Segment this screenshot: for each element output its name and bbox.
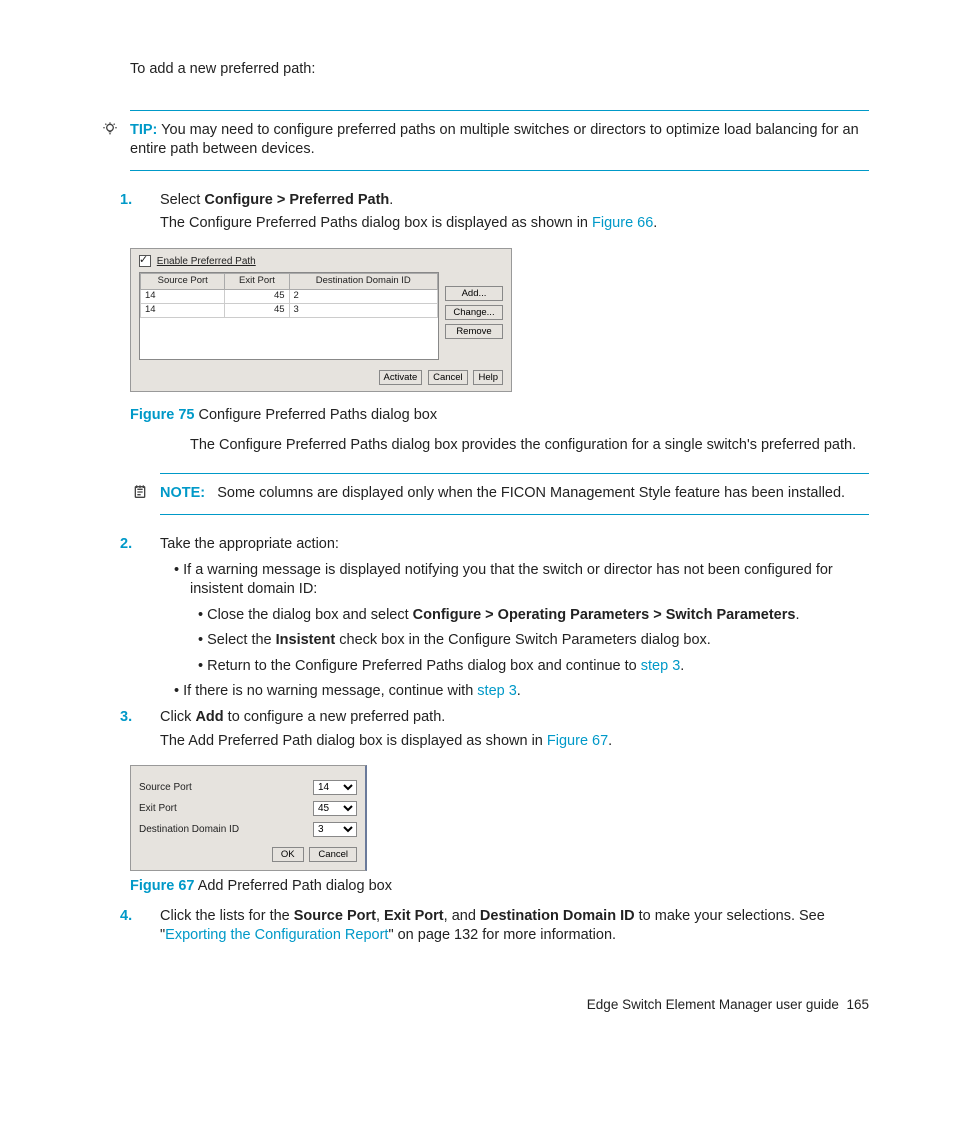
field-name: Source Port xyxy=(294,908,376,924)
bullet: Select the Insistent check box in the Co… xyxy=(130,631,869,651)
text: " on page 132 for more information. xyxy=(388,927,616,943)
step-1-text: Select xyxy=(160,192,204,208)
bullet: If a warning message is displayed notify… xyxy=(130,561,869,600)
exit-port-select[interactable]: 45 xyxy=(313,801,357,816)
tip-text: You may need to configure preferred path… xyxy=(130,122,859,158)
divider xyxy=(130,110,869,111)
field-name: Exit Port xyxy=(384,908,444,924)
enable-preferred-path-checkbox[interactable] xyxy=(139,255,151,267)
divider xyxy=(160,514,869,515)
note-text: Some columns are displayed only when the… xyxy=(217,485,845,501)
intro-text: To add a new preferred path: xyxy=(130,60,869,80)
page-number: 165 xyxy=(846,997,869,1012)
col-exit-port: Exit Port xyxy=(225,274,289,290)
step-3-line2: The Add Preferred Path dialog box is dis… xyxy=(160,733,547,749)
preferred-paths-table: Source Port Exit Port Destination Domain… xyxy=(139,272,439,360)
step-link[interactable]: step 3 xyxy=(641,658,681,674)
bullet: If there is no warning message, continue… xyxy=(130,682,869,702)
punct: . xyxy=(608,733,612,749)
dest-domain-label: Destination Domain ID xyxy=(139,823,239,837)
col-source-port: Source Port xyxy=(141,274,225,290)
dest-domain-row: Destination Domain ID 3 xyxy=(139,822,357,837)
punct: . xyxy=(653,215,657,231)
cell: 45 xyxy=(225,290,289,304)
cell: 2 xyxy=(289,290,437,304)
figure-label: Figure 67 xyxy=(130,878,194,894)
table-row[interactable]: 14 45 3 xyxy=(141,303,438,317)
text: Click the lists for the xyxy=(160,908,294,924)
cell: 3 xyxy=(289,303,437,317)
cancel-button[interactable]: Cancel xyxy=(428,370,468,385)
page-footer: Edge Switch Element Manager user guide 1… xyxy=(130,996,869,1014)
source-port-select[interactable]: 14 xyxy=(313,780,357,795)
col-dest-domain: Destination Domain ID xyxy=(289,274,437,290)
remove-button[interactable]: Remove xyxy=(445,324,503,339)
activate-button[interactable]: Activate xyxy=(379,370,423,385)
figure-label: Figure 75 xyxy=(130,407,194,423)
figure-caption-text: Add Preferred Path dialog box xyxy=(194,878,392,894)
exit-port-label: Exit Port xyxy=(139,802,177,816)
step-2: 2.Take the appropriate action: xyxy=(130,535,869,555)
exit-port-row: Exit Port 45 xyxy=(139,801,357,816)
tip-label: TIP: xyxy=(130,122,157,138)
step-number: 1. xyxy=(140,191,160,211)
note-icon xyxy=(132,484,160,504)
step-3: 3.Click Add to configure a new preferred… xyxy=(130,708,869,728)
step-1: 1.Select Configure > Preferred Path. xyxy=(130,191,869,211)
step-link[interactable]: step 3 xyxy=(477,683,517,699)
change-button[interactable]: Change... xyxy=(445,305,503,320)
menu-path: Configure > Preferred Path xyxy=(204,192,389,208)
menu-path: Configure > Operating Parameters > Switc… xyxy=(413,607,796,623)
add-button[interactable]: Add... xyxy=(445,286,503,301)
punct: , xyxy=(376,908,384,924)
step-2-text: Take the appropriate action: xyxy=(160,536,339,552)
after-fig75-text: The Configure Preferred Paths dialog box… xyxy=(130,436,869,456)
enable-preferred-path-label: Enable Preferred Path xyxy=(157,256,256,267)
source-port-row: Source Port 14 xyxy=(139,780,357,795)
figure-67-caption: Figure 67 Add Preferred Path dialog box xyxy=(130,877,869,897)
figure-link[interactable]: Figure 66 xyxy=(592,215,653,231)
note-label: NOTE: xyxy=(160,485,205,501)
text: to configure a new preferred path. xyxy=(224,709,446,725)
step-number: 3. xyxy=(140,708,160,728)
dest-domain-select[interactable]: 3 xyxy=(313,822,357,837)
ok-button[interactable]: OK xyxy=(272,847,304,862)
source-port-label: Source Port xyxy=(139,781,192,795)
punct: . xyxy=(389,192,393,208)
add-preferred-path-dialog: Source Port 14 Exit Port 45 Destination … xyxy=(130,765,367,871)
button-name: Add xyxy=(195,709,223,725)
checkbox-name: Insistent xyxy=(276,632,336,648)
note-block: NOTE: Some columns are displayed only wh… xyxy=(160,484,869,504)
step-number: 4. xyxy=(140,907,160,927)
table-row[interactable]: 14 45 2 xyxy=(141,290,438,304)
text: , and xyxy=(444,908,480,924)
step-3-cont: The Add Preferred Path dialog box is dis… xyxy=(130,732,869,752)
cancel-button[interactable]: Cancel xyxy=(309,847,357,862)
bullet: Return to the Configure Preferred Paths … xyxy=(130,657,869,677)
cell: 45 xyxy=(225,303,289,317)
cell: 14 xyxy=(141,290,225,304)
step-3-text: Click xyxy=(160,709,195,725)
figure-75-caption: Figure 75 Configure Preferred Paths dial… xyxy=(130,406,869,426)
step-4: 4.Click the lists for the Source Port, E… xyxy=(130,907,869,946)
step-1-line2: The Configure Preferred Paths dialog box… xyxy=(160,215,592,231)
figure-link[interactable]: Figure 67 xyxy=(547,733,608,749)
help-button[interactable]: Help xyxy=(473,370,503,385)
configure-preferred-paths-dialog: Enable Preferred Path Source Port Exit P… xyxy=(130,248,512,393)
step-number: 2. xyxy=(140,535,160,555)
field-name: Destination Domain ID xyxy=(480,908,635,924)
figure-caption-text: Configure Preferred Paths dialog box xyxy=(194,407,437,423)
tip-lightbulb-icon xyxy=(102,121,130,144)
divider xyxy=(130,170,869,171)
cell: 14 xyxy=(141,303,225,317)
step-1-cont: The Configure Preferred Paths dialog box… xyxy=(130,214,869,234)
tip-block: TIP: You may need to configure preferred… xyxy=(130,121,869,160)
divider xyxy=(160,473,869,474)
doc-title: Edge Switch Element Manager user guide xyxy=(587,997,839,1012)
cross-ref-link[interactable]: Exporting the Configuration Report xyxy=(165,927,388,943)
bullet: Close the dialog box and select Configur… xyxy=(130,606,869,626)
